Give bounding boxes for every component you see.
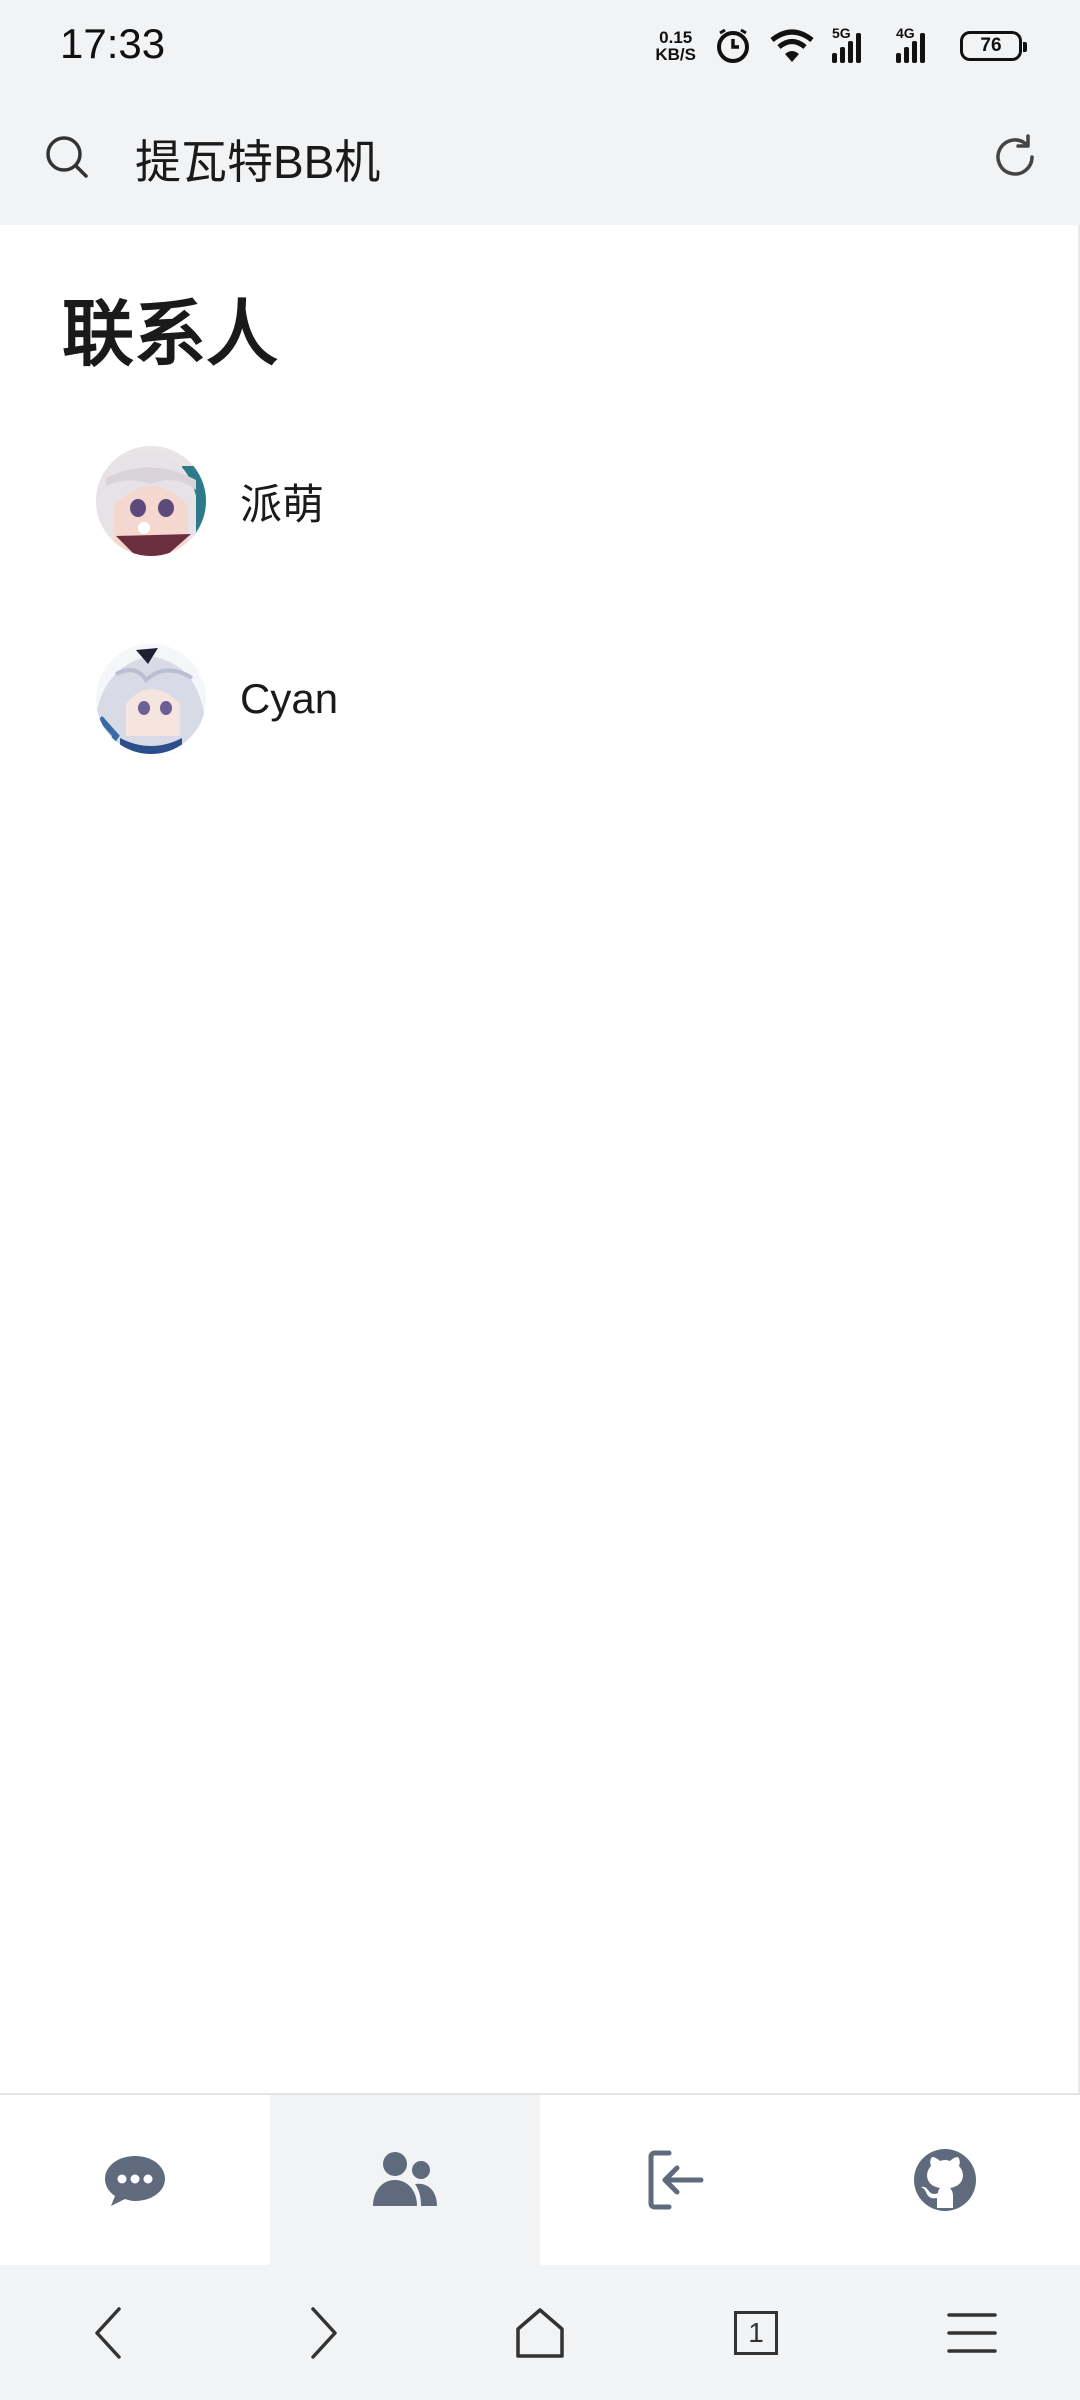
status-icons: 0.15 KB/S 5G 4G 76 [655, 22, 1027, 70]
wifi-icon [770, 29, 814, 62]
tab-chat[interactable] [0, 2095, 270, 2265]
sim1-label: 5G [832, 25, 851, 41]
browser-nav-bar: 1 [0, 2265, 1080, 2400]
address-text[interactable]: 提瓦特BB机 [135, 126, 380, 192]
network-speed-value: 0.15 [659, 28, 693, 47]
chat-icon [105, 2156, 165, 2206]
github-icon [914, 2149, 976, 2211]
status-time: 17:33 [60, 20, 166, 67]
network-speed-unit: KB/S [655, 45, 696, 64]
menu-icon [947, 2312, 997, 2353]
page-title: 联系人 [62, 295, 279, 375]
back-icon [95, 2306, 121, 2359]
battery-icon: 76 [960, 31, 1027, 61]
tab-logout[interactable] [540, 2095, 810, 2265]
home-button[interactable] [432, 2265, 648, 2400]
home-icon [516, 2307, 564, 2358]
tab-contacts[interactable] [270, 2095, 540, 2265]
contacts-icon [373, 2152, 437, 2206]
contact-name: Cyan [240, 675, 339, 722]
forward-icon [311, 2306, 337, 2359]
avatar [96, 644, 206, 754]
tab-github[interactable] [810, 2095, 1080, 2265]
signal-icon: 4G [896, 25, 942, 63]
alarm-icon [717, 28, 749, 63]
contact-item-cyan[interactable]: Cyan [96, 641, 996, 757]
forward-button[interactable] [216, 2265, 432, 2400]
contact-item-paimon[interactable]: 派萌 [96, 443, 996, 559]
app-tab-bar [0, 2093, 1080, 2265]
logout-icon [648, 2150, 704, 2210]
signal-icon: 5G [832, 25, 878, 63]
contacts-page: 联系人 派萌 Cyan [0, 225, 1080, 2093]
tabs-icon: 1 [734, 2310, 778, 2355]
address-bar[interactable]: 提瓦特BB机 [0, 90, 1080, 225]
tabs-count: 1 [748, 2316, 764, 2348]
sim2-label: 4G [896, 25, 915, 41]
search-icon[interactable] [42, 132, 92, 182]
battery-level: 76 [980, 35, 1002, 56]
tabs-button[interactable]: 1 [648, 2265, 864, 2400]
menu-button[interactable] [864, 2265, 1080, 2400]
status-bar: 17:33 0.15 KB/S 5G 4G 76 [0, 0, 1080, 90]
network-speed: 0.15 KB/S [655, 29, 696, 63]
reload-icon[interactable] [988, 130, 1042, 184]
back-button[interactable] [0, 2265, 216, 2400]
avatar [96, 446, 206, 556]
contact-name: 派萌 [240, 480, 325, 528]
